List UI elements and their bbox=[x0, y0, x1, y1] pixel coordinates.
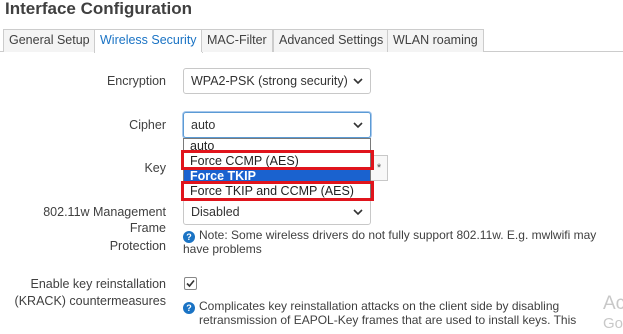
watermark-line1: Ac bbox=[603, 293, 623, 314]
activation-watermark: Ac Go bbox=[603, 294, 623, 334]
watermark-line2: Go bbox=[603, 315, 623, 332]
cipher-select[interactable]: auto bbox=[183, 112, 371, 138]
chevron-down-icon bbox=[353, 209, 363, 216]
mgmt-frame-help: ? Note: Some wireless drivers do not full… bbox=[183, 229, 619, 256]
encryption-select-value: WPA2-PSK (strong security) bbox=[191, 74, 348, 88]
tab-wlan-roaming[interactable]: WLAN roaming bbox=[387, 29, 484, 52]
tab-mac-filter[interactable]: MAC-Filter bbox=[201, 29, 273, 52]
tab-general-setup[interactable]: General Setup bbox=[3, 29, 96, 52]
mgmt-frame-label-line2: Protection bbox=[109, 239, 166, 253]
mgmt-frame-help-text: Note: Some wireless drivers do not fully… bbox=[183, 228, 597, 256]
mgmt-frame-select-value: Disabled bbox=[191, 205, 240, 219]
mgmt-frame-label: 802.11w Management Frame Protection bbox=[5, 204, 166, 254]
krack-checkbox[interactable] bbox=[184, 277, 197, 290]
key-label: Key bbox=[144, 161, 166, 175]
page-title: Interface Configuration bbox=[5, 0, 193, 18]
krack-help-line2: retransmission of EAPOL-Key frames that … bbox=[199, 313, 577, 327]
krack-label: Enable key reinstallation (KRACK) counte… bbox=[5, 276, 166, 309]
mgmt-frame-select[interactable]: Disabled bbox=[183, 199, 371, 225]
krack-label-line1: Enable key reinstallation bbox=[30, 277, 167, 291]
encryption-select[interactable]: WPA2-PSK (strong security) bbox=[183, 68, 371, 94]
cipher-select-value: auto bbox=[191, 118, 216, 132]
mgmt-frame-label-line1: 802.11w Management Frame bbox=[43, 205, 166, 235]
help-icon: ? bbox=[183, 302, 195, 314]
checkmark-icon bbox=[186, 279, 195, 288]
tab-bar: General Setup Wireless Security MAC-Filt… bbox=[0, 29, 623, 53]
annotation-box-ccmp bbox=[181, 150, 374, 170]
chevron-down-icon bbox=[353, 78, 363, 85]
krack-help: ? Complicates key reinstallation attacks … bbox=[183, 300, 603, 327]
tab-wireless-security[interactable]: Wireless Security bbox=[94, 29, 203, 53]
chevron-down-icon bbox=[353, 122, 363, 129]
annotation-box-tkip-ccmp bbox=[181, 181, 374, 201]
tab-advanced-settings[interactable]: Advanced Settings bbox=[273, 29, 390, 52]
krack-label-line2: (KRACK) countermeasures bbox=[14, 294, 166, 308]
cipher-label: Cipher bbox=[129, 118, 166, 132]
krack-help-line1: Complicates key reinstallation attacks o… bbox=[199, 299, 560, 313]
encryption-label: Encryption bbox=[106, 74, 166, 88]
